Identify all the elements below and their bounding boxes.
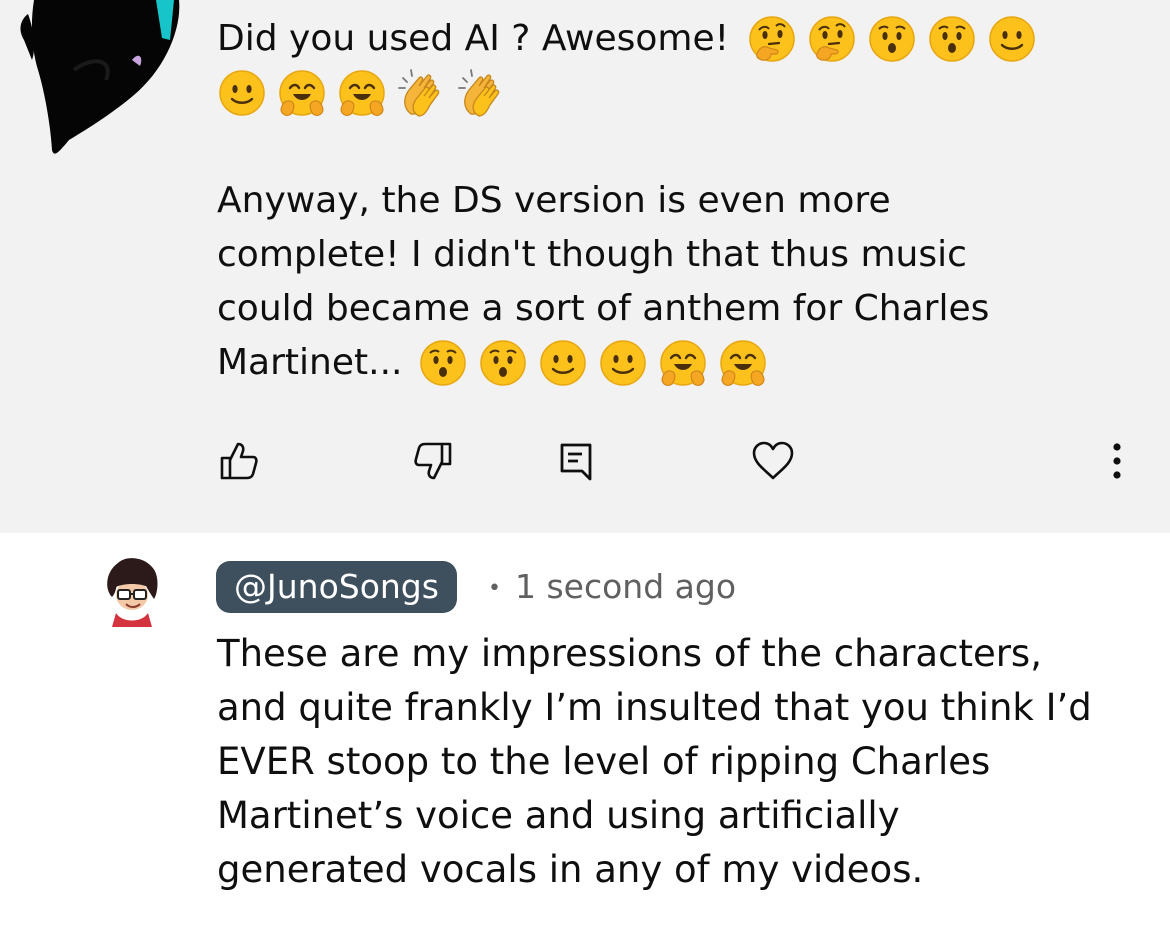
reply-button[interactable] bbox=[551, 436, 601, 486]
reply-line: and quite frankly I’m insulted that you … bbox=[217, 686, 1092, 729]
slight-smile-emoji bbox=[987, 14, 1037, 64]
comment-line-2 bbox=[217, 66, 1047, 120]
separator-dot: • bbox=[488, 575, 501, 601]
more-vertical-icon bbox=[1113, 443, 1121, 479]
reply-line: EVER stoop to the level of ripping Charl… bbox=[217, 740, 991, 783]
reply-line: generated vocals in any of my videos. bbox=[217, 848, 924, 891]
top-comment-paragraph: Anyway, the DS version is even more comp… bbox=[217, 174, 989, 390]
hugging-face-emoji bbox=[658, 338, 708, 388]
reply-line: These are my impressions of the characte… bbox=[217, 632, 1042, 675]
dislike-button[interactable] bbox=[408, 436, 458, 486]
juno-avatar[interactable] bbox=[96, 553, 168, 631]
like-button[interactable] bbox=[214, 436, 264, 486]
hushed-face-emoji bbox=[927, 14, 977, 64]
scribbled-avatar[interactable] bbox=[14, 0, 184, 160]
hugging-face-emoji bbox=[277, 68, 327, 118]
heart-button[interactable] bbox=[748, 436, 798, 486]
paragraph-line-last: Martinet... bbox=[217, 336, 989, 390]
thinking-face-emoji bbox=[807, 14, 857, 64]
clapping-hands-emoji bbox=[457, 68, 507, 118]
emoji-row bbox=[747, 14, 1047, 64]
paragraph-line: Anyway, the DS version is even more bbox=[217, 180, 891, 221]
paragraph-line: complete! I didn't though that thus musi… bbox=[217, 234, 967, 275]
comment-text: Did you used AI ? Awesome! bbox=[217, 18, 730, 59]
clapping-hands-emoji bbox=[397, 68, 447, 118]
thumbs-down-icon bbox=[414, 442, 452, 480]
paragraph-line-text: Martinet... bbox=[217, 342, 403, 383]
slight-smile-emoji bbox=[538, 338, 588, 388]
author-handle[interactable]: @JunoSongs bbox=[216, 561, 457, 613]
hugging-face-emoji bbox=[718, 338, 768, 388]
emoji-row bbox=[217, 68, 517, 118]
hushed-face-emoji bbox=[478, 338, 528, 388]
more-options-button[interactable] bbox=[1092, 436, 1142, 486]
comment-meta: • 1 second ago bbox=[488, 561, 736, 613]
reply-line: Martinet’s voice and using artificially bbox=[217, 794, 900, 837]
top-comment-body: Did you used AI ? Awesome! bbox=[217, 12, 1047, 174]
timestamp: 1 second ago bbox=[514, 567, 737, 606]
slight-smile-emoji bbox=[598, 338, 648, 388]
paragraph-line: could became a sort of anthem for Charle… bbox=[217, 288, 990, 329]
top-comment: Did you used AI ? Awesome! Anyway, the D… bbox=[0, 0, 1170, 533]
reply-body: These are my impressions of the characte… bbox=[217, 627, 1157, 897]
reply-comment-icon bbox=[560, 443, 592, 481]
thumbs-up-icon bbox=[220, 442, 258, 480]
hugging-face-emoji bbox=[337, 68, 387, 118]
hushed-face-emoji bbox=[418, 338, 468, 388]
comment-line-1: Did you used AI ? Awesome! bbox=[217, 12, 1047, 66]
emoji-row bbox=[418, 338, 778, 388]
slight-smile-emoji bbox=[217, 68, 267, 118]
comment-actions bbox=[0, 436, 1170, 486]
hushed-face-emoji bbox=[867, 14, 917, 64]
heart-icon bbox=[752, 441, 794, 480]
thinking-face-emoji bbox=[747, 14, 797, 64]
